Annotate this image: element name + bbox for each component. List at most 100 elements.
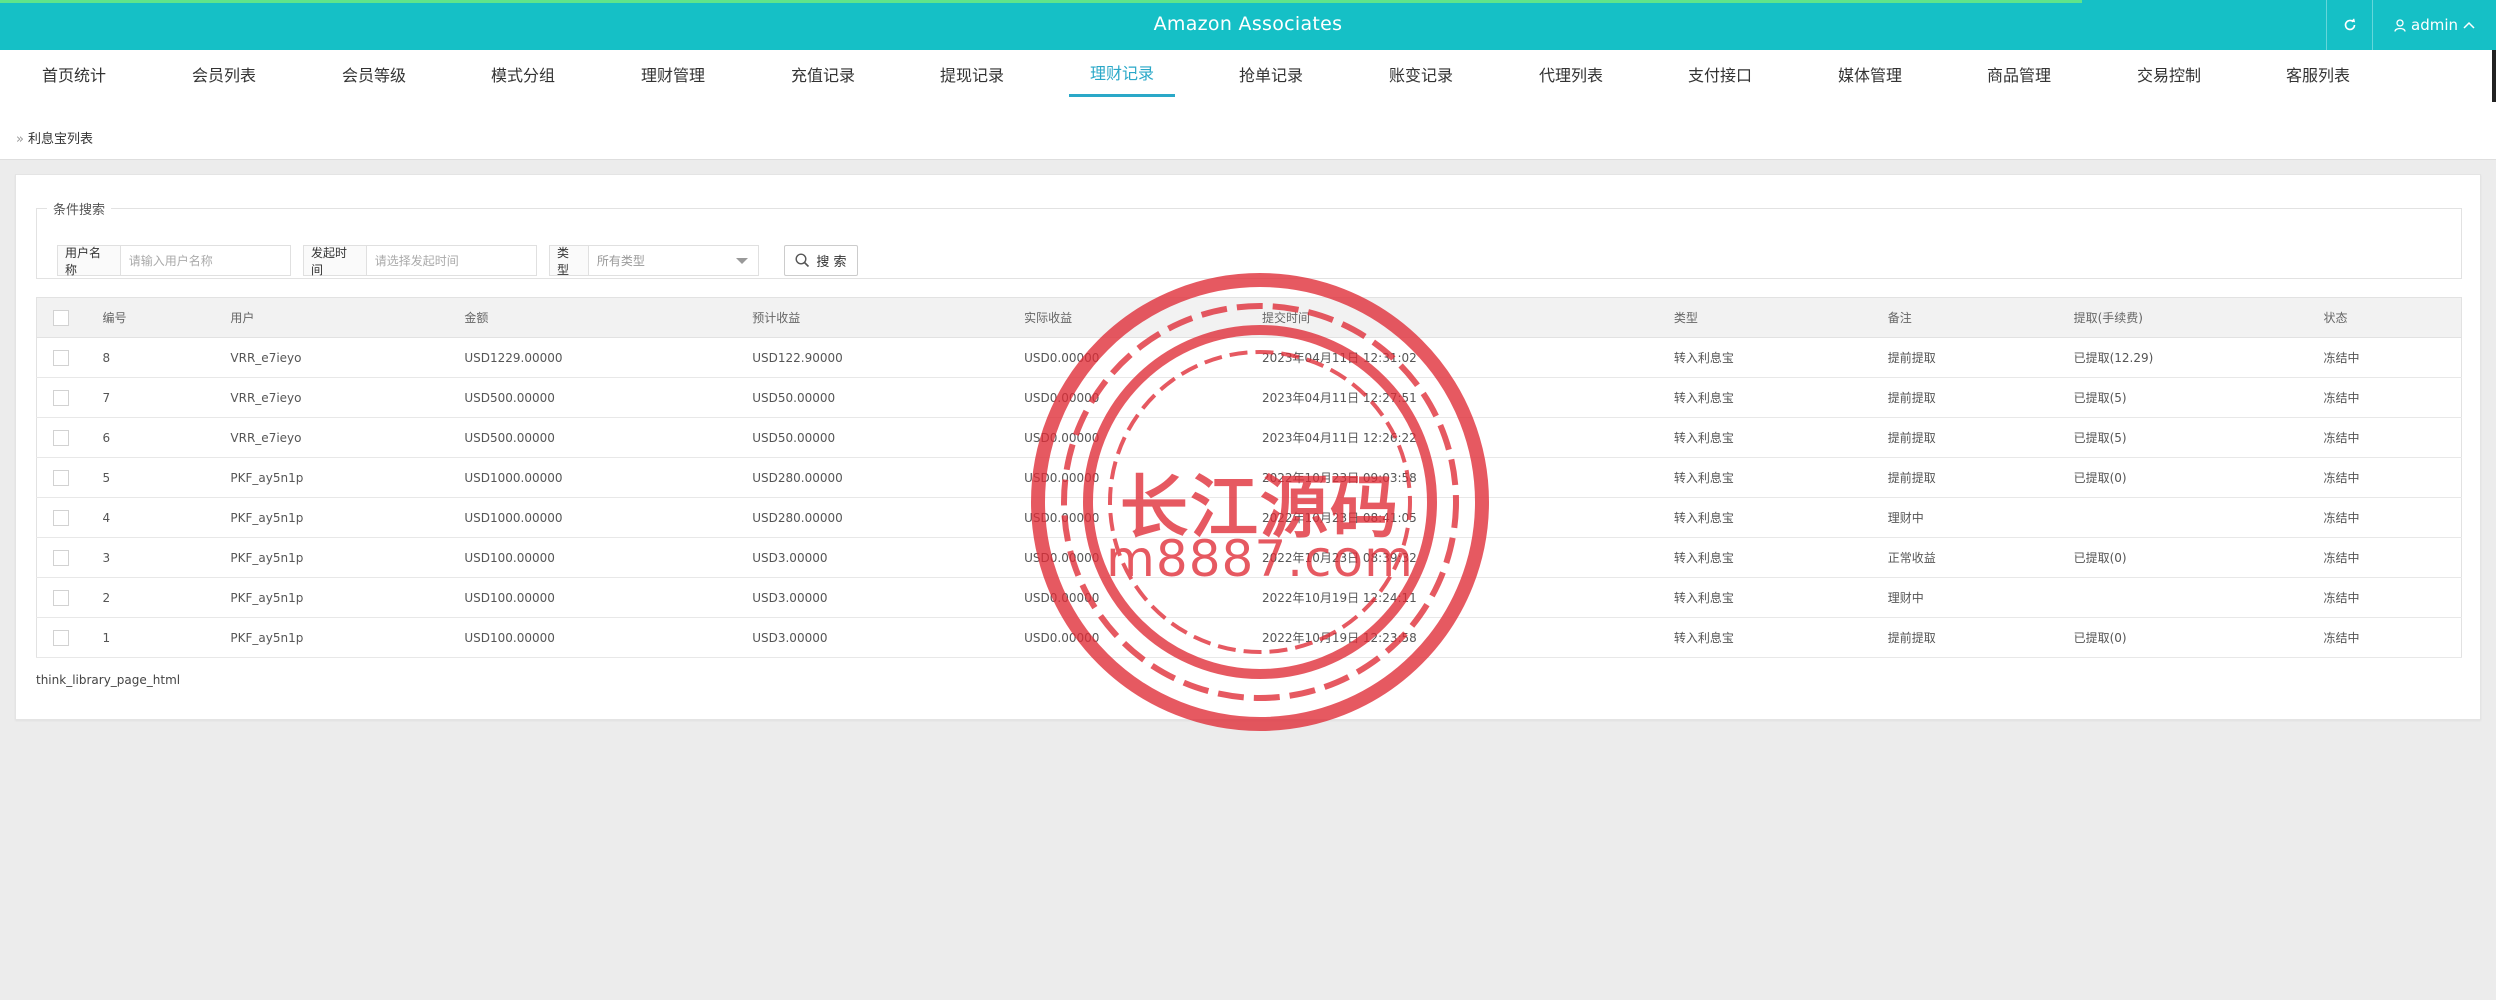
refresh-button[interactable]: [2326, 0, 2372, 50]
cell-type: 转入利息宝: [1663, 537, 1878, 578]
nav-item-finance-records[interactable]: 理财记录: [1069, 50, 1175, 97]
cell-expected-income: USD280.00000: [742, 497, 1015, 538]
cell-type: 转入利息宝: [1663, 617, 1878, 658]
nav-item-mode-group[interactable]: 模式分组: [470, 50, 576, 97]
search-icon: [795, 253, 810, 268]
cell-withdraw-fee: [2063, 577, 2314, 618]
cell-id: 1: [92, 617, 221, 658]
cell-status: 冻结中: [2313, 337, 2462, 378]
cell-withdraw-fee: [2063, 497, 2314, 538]
row-checkbox[interactable]: [53, 429, 69, 446]
nav-item-home-stats[interactable]: 首页统计: [21, 50, 127, 97]
cell-submit-time: 2022年10月19日 12:24:11: [1252, 577, 1664, 618]
cell-remark: 提前提取: [1877, 337, 2064, 378]
table-row: 7 VRR_e7ieyo USD500.00000 USD50.00000 US…: [36, 377, 2462, 418]
nav-scrollbar[interactable]: [2492, 50, 2496, 102]
nav-item-balance-change[interactable]: 账变记录: [1368, 50, 1474, 97]
row-checkbox[interactable]: [53, 469, 69, 486]
username-input[interactable]: [120, 246, 290, 275]
row-checkbox[interactable]: [53, 389, 69, 406]
row-checkbox[interactable]: [53, 629, 69, 646]
nav-item-goods-manage[interactable]: 商品管理: [1966, 50, 2072, 97]
time-input[interactable]: [366, 246, 536, 275]
cell-expected-income: USD122.90000: [742, 337, 1015, 378]
cell-withdraw-fee: 已提取(12.29): [2063, 337, 2314, 378]
col-expected-income: 预计收益: [742, 297, 1015, 338]
cell-amount: USD1229.00000: [454, 337, 743, 378]
cell-id: 5: [92, 457, 221, 498]
search-button-label: 搜 索: [816, 255, 847, 270]
table-row: 2 PKF_ay5n1p USD100.00000 USD3.00000 USD…: [36, 577, 2462, 618]
cell-type: 转入利息宝: [1663, 457, 1878, 498]
cell-remark: 理财中: [1877, 577, 2064, 618]
chevron-up-icon: [2463, 21, 2475, 29]
row-checkbox[interactable]: [53, 589, 69, 606]
nav-item-member-list[interactable]: 会员列表: [171, 50, 277, 97]
nav-item-recharge-records[interactable]: 充值记录: [770, 50, 876, 97]
cell-status: 冻结中: [2313, 617, 2462, 658]
user-menu[interactable]: admin: [2372, 0, 2496, 50]
cell-type: 转入利息宝: [1663, 577, 1878, 618]
refresh-icon: [2344, 18, 2355, 31]
nav-item-media-manage[interactable]: 媒体管理: [1817, 50, 1923, 97]
select-all-checkbox[interactable]: [53, 309, 69, 326]
breadcrumb-current: 利息宝列表: [27, 132, 93, 147]
row-checkbox[interactable]: [53, 549, 69, 566]
table-row: 3 PKF_ay5n1p USD100.00000 USD3.00000 USD…: [36, 537, 2462, 578]
cell-status: 冻结中: [2313, 457, 2462, 498]
cell-user: VRR_e7ieyo: [220, 417, 455, 458]
nav-item-payment-api[interactable]: 支付接口: [1667, 50, 1773, 97]
cell-status: 冻结中: [2313, 577, 2462, 618]
records-table: 编号 用户 金额 预计收益 实际收益 提交时间 类型 备注 提取(手续费) 状态…: [36, 297, 2462, 658]
nav-item-member-level[interactable]: 会员等级: [321, 50, 427, 97]
cell-expected-income: USD3.00000: [742, 617, 1015, 658]
cell-actual-income: USD0.00000: [1014, 497, 1253, 538]
type-field[interactable]: 类型 所有类型: [549, 245, 759, 277]
username-field: 用户名称: [57, 245, 291, 277]
cell-actual-income: USD0.00000: [1014, 337, 1253, 378]
nav-item-withdraw-records[interactable]: 提现记录: [919, 50, 1025, 97]
nav-item-order-records[interactable]: 抢单记录: [1218, 50, 1324, 97]
col-remark: 备注: [1877, 297, 2064, 338]
cell-expected-income: USD280.00000: [742, 457, 1015, 498]
cell-type: 转入利息宝: [1663, 337, 1878, 378]
cell-actual-income: USD0.00000: [1014, 617, 1253, 658]
cell-user: PKF_ay5n1p: [220, 457, 455, 498]
cell-remark: 提前提取: [1877, 417, 2064, 458]
col-submit-time: 提交时间: [1252, 297, 1664, 338]
cell-submit-time: 2022年10月23日 08:39:32: [1252, 537, 1664, 578]
cell-id: 6: [92, 417, 221, 458]
cell-withdraw-fee: 已提取(5): [2063, 417, 2314, 458]
cell-submit-time: 2023年04月11日 12:27:51: [1252, 377, 1664, 418]
cell-amount: USD100.00000: [454, 537, 743, 578]
cell-actual-income: USD0.00000: [1014, 537, 1253, 578]
cell-id: 4: [92, 497, 221, 538]
cell-remark: 理财中: [1877, 497, 2064, 538]
username-label: 用户名称: [58, 246, 121, 277]
row-checkbox[interactable]: [53, 509, 69, 526]
user-icon: [2394, 18, 2406, 32]
cell-amount: USD500.00000: [454, 377, 743, 418]
cell-user: PKF_ay5n1p: [220, 497, 455, 538]
cell-user: PKF_ay5n1p: [220, 577, 455, 618]
time-field: 发起时间: [303, 245, 537, 277]
col-withdraw-fee: 提取(手续费): [2063, 297, 2314, 338]
table-row: 8 VRR_e7ieyo USD1229.00000 USD122.90000 …: [36, 337, 2462, 378]
col-type: 类型: [1663, 297, 1878, 338]
breadcrumb: » 利息宝列表: [0, 102, 2496, 160]
nav-item-service-list[interactable]: 客服列表: [2265, 50, 2371, 97]
pagination: think_library_page_html: [36, 673, 181, 687]
cell-submit-time: 2022年10月23日 08:41:05: [1252, 497, 1664, 538]
cell-type: 转入利息宝: [1663, 377, 1878, 418]
cell-remark: 提前提取: [1877, 377, 2064, 418]
cell-user: VRR_e7ieyo: [220, 377, 455, 418]
nav-item-finance-manage[interactable]: 理财管理: [620, 50, 726, 97]
search-form: 条件搜索 用户名称 发起时间 类型 所有类型 搜 索: [36, 199, 2462, 279]
row-checkbox[interactable]: [53, 349, 69, 366]
search-button[interactable]: 搜 索: [784, 245, 858, 276]
type-select[interactable]: 所有类型: [588, 246, 758, 275]
nav-item-trade-control[interactable]: 交易控制: [2116, 50, 2222, 97]
nav-item-agent-list[interactable]: 代理列表: [1518, 50, 1624, 97]
cell-amount: USD100.00000: [454, 617, 743, 658]
cell-id: 2: [92, 577, 221, 618]
